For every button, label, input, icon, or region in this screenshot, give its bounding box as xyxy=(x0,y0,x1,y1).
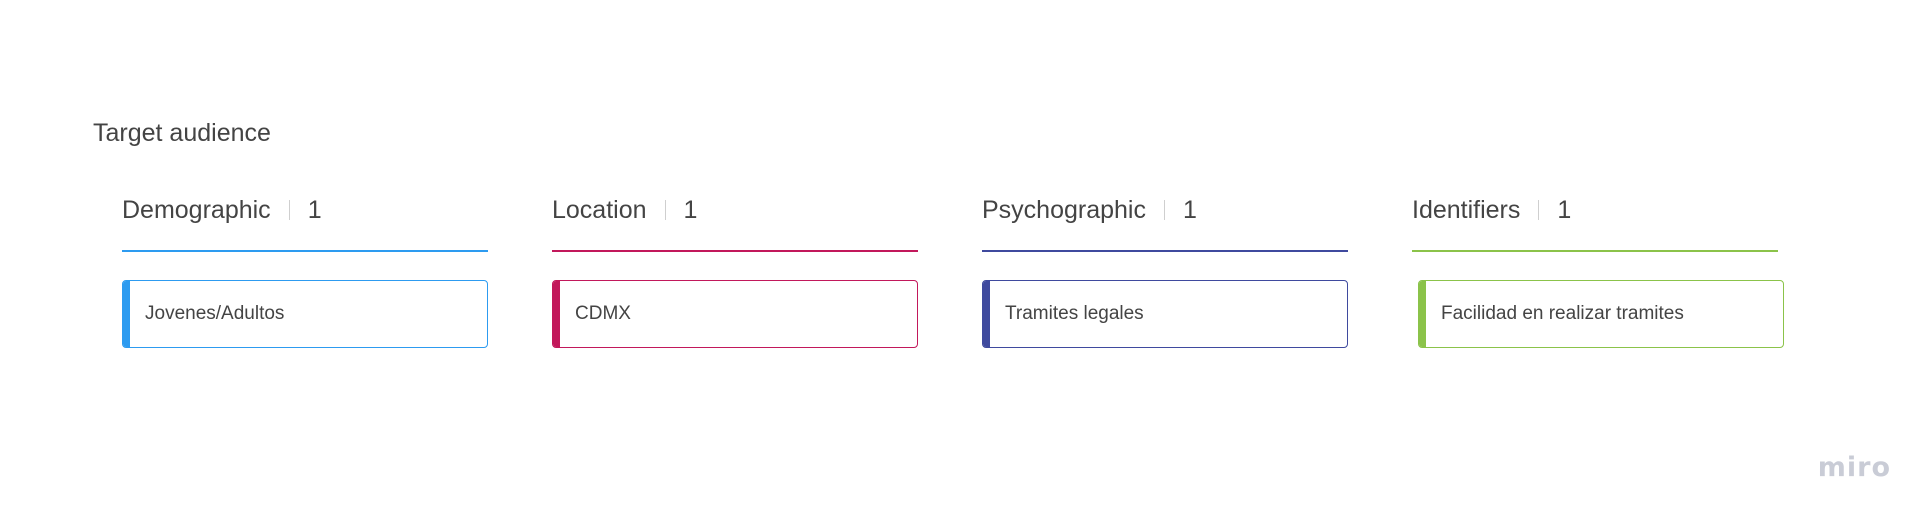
column-underline xyxy=(122,250,488,252)
column-underline xyxy=(1412,250,1778,252)
column-count: 1 xyxy=(1182,195,1197,224)
board-title: Target audience xyxy=(93,119,271,147)
sticky-card[interactable]: CDMX xyxy=(552,280,918,348)
column-count: 1 xyxy=(1557,195,1572,224)
header-divider xyxy=(1163,200,1165,220)
card-text: Jovenes/Adultos xyxy=(145,303,285,324)
card-text: CDMX xyxy=(575,303,631,324)
sticky-card[interactable]: Jovenes/Adultos xyxy=(122,280,488,348)
column-header: Identifiers 1 xyxy=(1412,192,1778,228)
card-text: Tramites legales xyxy=(1005,303,1144,324)
column-header: Demographic 1 xyxy=(122,192,488,228)
board-canvas: Target audience Demographic 1 Jovenes/Ad… xyxy=(0,0,1925,519)
card-color-bar xyxy=(123,281,130,347)
column-identifiers: Identifiers 1 Facilidad en realizar tram… xyxy=(1412,192,1784,348)
header-divider xyxy=(288,200,290,220)
column-label: Psychographic xyxy=(982,195,1146,224)
column-label: Demographic xyxy=(122,195,271,224)
column-underline xyxy=(552,250,918,252)
column-demographic: Demographic 1 Jovenes/Adultos xyxy=(122,192,488,348)
column-header: Location 1 xyxy=(552,192,918,228)
column-location: Location 1 CDMX xyxy=(552,192,918,348)
column-label: Location xyxy=(552,195,647,224)
sticky-card[interactable]: Tramites legales xyxy=(982,280,1348,348)
column-count: 1 xyxy=(683,195,698,224)
card-color-bar xyxy=(1419,281,1426,347)
card-color-bar xyxy=(983,281,990,347)
header-divider xyxy=(1538,200,1540,220)
column-label: Identifiers xyxy=(1412,195,1521,224)
header-divider xyxy=(664,200,666,220)
column-underline xyxy=(982,250,1348,252)
sticky-card[interactable]: Facilidad en realizar tramites xyxy=(1418,280,1784,348)
card-color-bar xyxy=(553,281,560,347)
column-count: 1 xyxy=(307,195,322,224)
column-psychographic: Psychographic 1 Tramites legales xyxy=(982,192,1348,348)
miro-logo: miro xyxy=(1817,452,1891,483)
column-header: Psychographic 1 xyxy=(982,192,1348,228)
card-text: Facilidad en realizar tramites xyxy=(1441,303,1684,324)
